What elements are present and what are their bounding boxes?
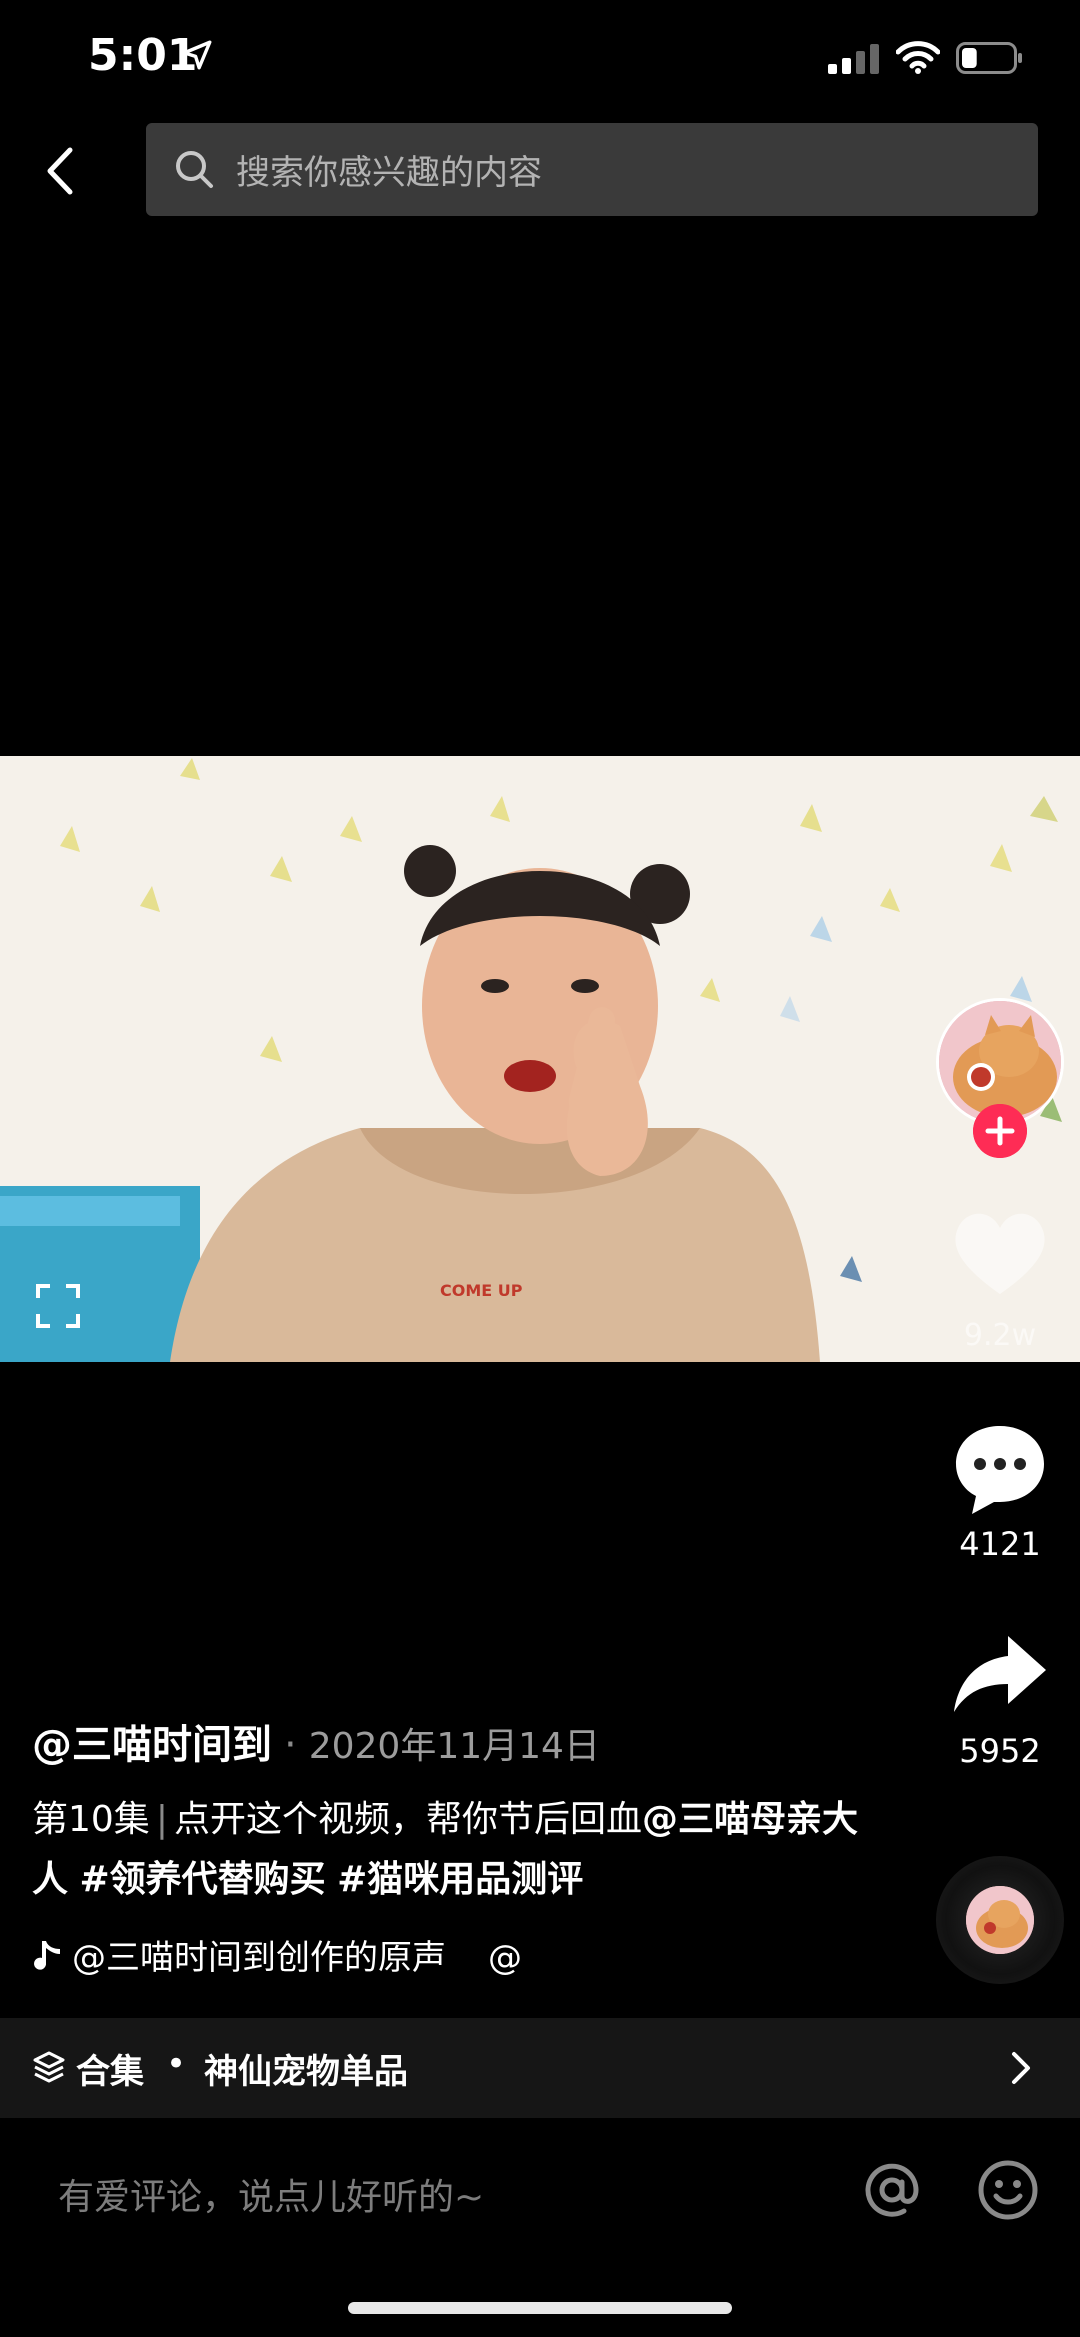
caption-separator: | — [155, 1799, 168, 1840]
fullscreen-icon[interactable] — [34, 1282, 82, 1330]
comment-input[interactable]: 有爱评论，说点儿好听的~ — [58, 2168, 484, 2220]
video-player[interactable]: COME UP — [0, 756, 1080, 1362]
comment-bubble-icon[interactable] — [950, 1418, 1050, 1518]
share-arrow-icon[interactable] — [950, 1632, 1050, 1716]
music-disc[interactable] — [936, 1856, 1064, 1984]
author-line: @三喵时间到 · 2020年11月14日 — [32, 1712, 600, 1770]
home-indicator[interactable] — [348, 2302, 732, 2314]
like-count: 9.2w — [963, 1318, 1037, 1353]
author-name[interactable]: @三喵时间到 — [32, 1722, 272, 1768]
back-button[interactable] — [36, 140, 88, 202]
music-at: @ — [488, 1938, 522, 1978]
signal-icon — [828, 44, 879, 74]
share-count: 5952 — [959, 1732, 1041, 1770]
video-frame: COME UP — [0, 756, 1080, 1362]
battery-icon — [956, 42, 1022, 74]
shirt-text: COME UP — [440, 1281, 523, 1300]
post-caption: 第10集 | 点开这个视频，帮你节后回血@三喵母亲大人 #领养代替购买 #猫咪用品测… — [32, 1790, 892, 1910]
collection-bar[interactable]: 合集 • 神仙宠物单品 — [0, 2018, 1080, 2118]
caption-text: 点开这个视频，帮你节后回血 — [173, 1799, 642, 1840]
chevron-right-icon — [1012, 2052, 1030, 2084]
collection-name: 神仙宠物单品 — [204, 2052, 408, 2092]
search-input[interactable]: 搜索你感兴趣的内容 — [146, 123, 1038, 216]
stack-icon — [33, 2051, 65, 2083]
hashtag[interactable]: #领养代替购买 — [79, 1859, 325, 1900]
caption-episode: 第10集 — [32, 1799, 150, 1840]
comment-count: 4121 — [959, 1525, 1041, 1563]
post-date: 2020年11月14日 — [308, 1726, 600, 1767]
dot-separator: · — [284, 1722, 297, 1768]
music-cover — [966, 1886, 1034, 1954]
music-info[interactable]: @三喵时间到创作的原声 @ — [32, 1930, 522, 1979]
comment-bar: 有爱评论，说点儿好听的~ — [0, 2118, 1080, 2278]
wifi-icon — [896, 41, 940, 74]
hashtag[interactable]: #猫咪用品测评 — [337, 1859, 583, 1900]
search-icon — [176, 151, 213, 188]
follow-button[interactable] — [973, 1104, 1027, 1158]
collection-dot: • — [166, 2044, 187, 2084]
heart-icon[interactable] — [950, 1206, 1050, 1298]
music-note-icon — [34, 1941, 60, 1970]
music-text: @三喵时间到创作的原声 — [72, 1938, 446, 1978]
at-icon[interactable] — [860, 2158, 924, 2222]
search-placeholder: 搜索你感兴趣的内容 — [236, 153, 542, 193]
status-bar: 5:01 — [0, 0, 1080, 110]
location-arrow-icon — [182, 40, 212, 70]
collection-label: 合集 — [76, 2052, 144, 2092]
emoji-icon[interactable] — [976, 2158, 1040, 2222]
